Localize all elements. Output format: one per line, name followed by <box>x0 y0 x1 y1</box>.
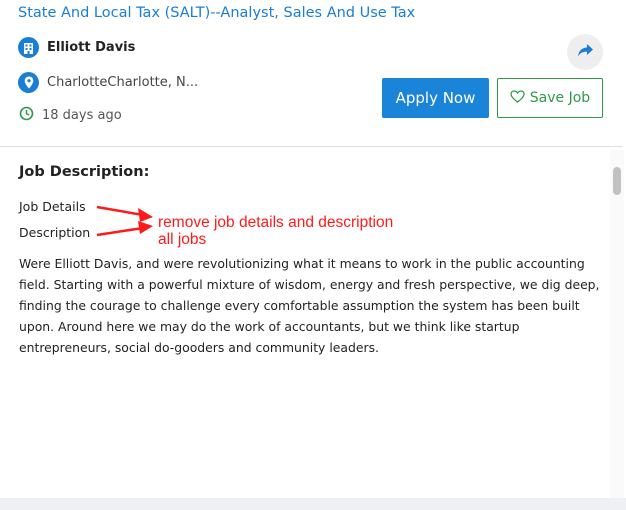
annotation-arrows <box>96 205 153 237</box>
scrollbar-track[interactable] <box>610 150 624 498</box>
annotation-line-2: all jobs <box>158 231 207 248</box>
annotation-line-1: remove job details and description <box>158 214 394 231</box>
arrow-to-job-details <box>96 205 153 222</box>
annotation-note: remove job details and description all j… <box>158 214 393 248</box>
bottom-bar <box>0 498 626 510</box>
scrollbar-thumb[interactable] <box>613 167 621 195</box>
arrow-to-description <box>96 221 153 237</box>
